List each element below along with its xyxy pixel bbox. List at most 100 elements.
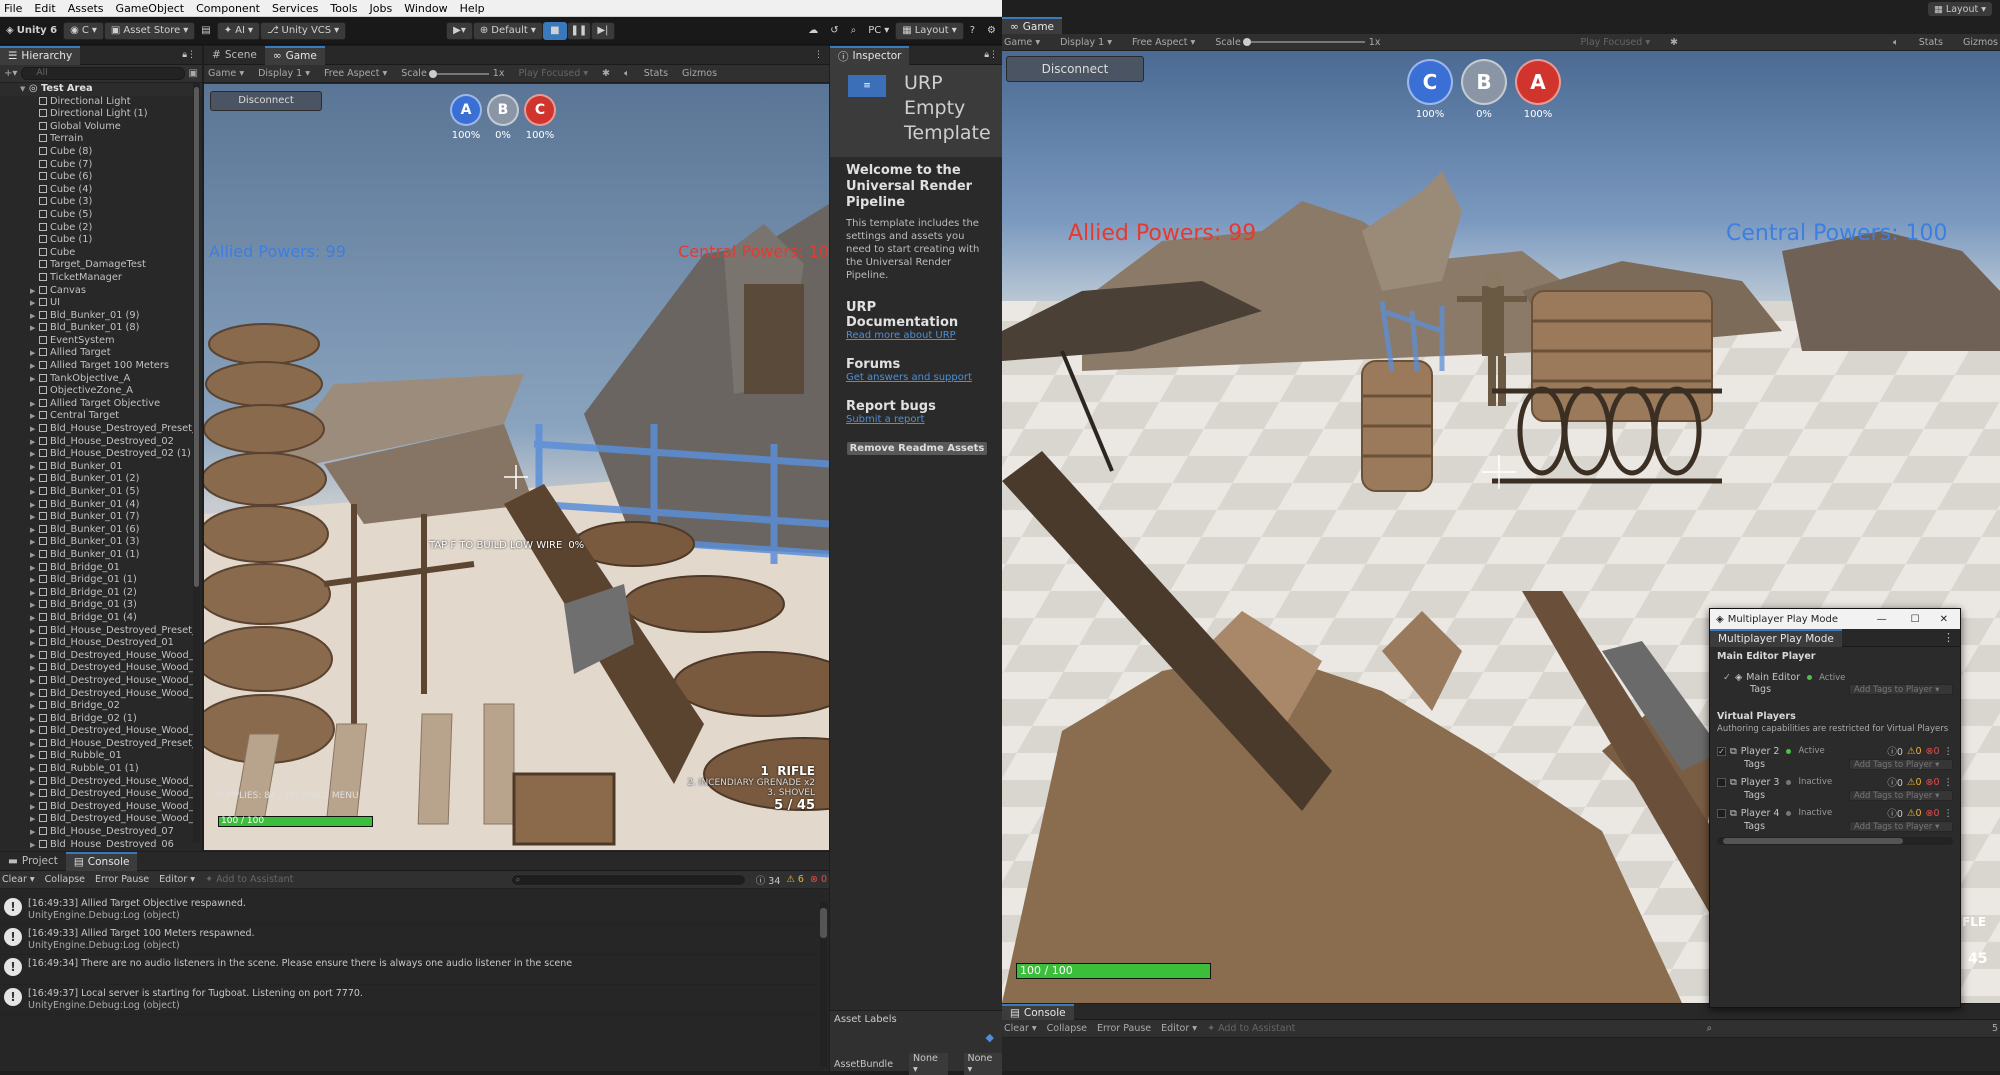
hierarchy-item[interactable]: ▶ Bld_Destroyed_House_Wood_( — [0, 788, 202, 801]
scale-thumb[interactable] — [1242, 38, 1251, 46]
expand-arrow-icon[interactable]: ▶ — [30, 322, 39, 335]
menu-icon[interactable]: ⋮ — [1944, 808, 1954, 819]
hierarchy-item[interactable]: ▶ Bld_Bridge_01 (1) — [0, 574, 202, 587]
error-count[interactable]: ⊗ 0 — [810, 874, 827, 885]
bug-icon[interactable]: ✱ — [1670, 37, 1678, 48]
settings-button[interactable]: ⚙ — [981, 22, 1002, 40]
hierarchy-item[interactable]: Target_DamageTest — [0, 259, 202, 272]
hierarchy-item[interactable]: ▶ Canvas — [0, 285, 202, 298]
console-scrollbar[interactable] — [820, 902, 827, 1067]
expand-arrow-icon[interactable]: ▶ — [30, 524, 39, 537]
scale-thumb[interactable] — [428, 69, 437, 78]
expand-arrow-icon[interactable]: ▶ — [30, 688, 39, 701]
menu-item-tools[interactable]: Tools — [330, 2, 357, 15]
hierarchy-item[interactable]: ▶ Bld_Destroyed_House_Wood_( — [0, 776, 202, 789]
hierarchy-item[interactable]: ▶ Bld_Bunker_01 (3) — [0, 536, 202, 549]
menu-item-gameobject[interactable]: GameObject — [116, 2, 185, 15]
expand-arrow-icon[interactable]: ▶ — [30, 599, 39, 612]
expand-arrow-icon[interactable]: ▶ — [30, 625, 39, 638]
expand-arrow-icon[interactable]: ▶ — [30, 763, 39, 776]
hierarchy-item[interactable]: ▶ Bld_House_Destroyed_Preset_ — [0, 738, 202, 751]
hierarchy-item[interactable]: ▶ Bld_Bridge_01 (2) — [0, 587, 202, 600]
expand-arrow-icon[interactable]: ▶ — [30, 839, 39, 848]
expand-arrow-icon[interactable]: ▶ — [30, 310, 39, 323]
package-button[interactable]: ▤ — [195, 22, 216, 40]
error-count[interactable]: ⊗0 — [1925, 808, 1939, 819]
hierarchy-item[interactable]: Cube (7) — [0, 159, 202, 172]
expand-arrow-icon[interactable]: ▶ — [30, 410, 39, 423]
hierarchy-item[interactable]: ▶ Central Target — [0, 410, 202, 423]
hierarchy-item[interactable]: ▶ Bld_Destroyed_House_Wood_( — [0, 650, 202, 663]
console-log-row[interactable]: ! [16:49:34] There are no audio listeners… — [0, 955, 829, 985]
editor-dropdown[interactable]: Editor ▾ — [1161, 1023, 1197, 1034]
expand-arrow-icon[interactable]: ▶ — [30, 587, 39, 600]
ai-button[interactable]: ✦ AI ▾ — [216, 21, 260, 40]
error-pause-button[interactable]: Error Pause — [1097, 1023, 1151, 1034]
hierarchy-item[interactable]: ▶ Bld_Bunker_01 (7) — [0, 511, 202, 524]
vcs-button[interactable]: ⎇ Unity VCS ▾ — [259, 21, 347, 40]
expand-arrow-icon[interactable]: ▶ — [30, 713, 39, 726]
layout-dropdown[interactable]: ▦ Layout ▾ — [895, 21, 964, 40]
hierarchy-item[interactable]: Cube — [0, 247, 202, 260]
expand-arrow-icon[interactable]: ▶ — [30, 373, 39, 386]
menu-icon[interactable]: ⋮ — [1944, 746, 1954, 757]
right-gizmos-button[interactable]: Gizmos — [1963, 37, 1998, 48]
tab-right-game[interactable]: ∞ Game — [1002, 17, 1063, 34]
expand-arrow-icon[interactable]: ▶ — [30, 423, 39, 436]
expand-arrow-icon[interactable]: ▶ — [30, 725, 39, 738]
expand-arrow-icon[interactable]: ▶ — [30, 612, 39, 625]
error-count[interactable]: ⊗0 — [1925, 746, 1939, 757]
disconnect-button[interactable]: Disconnect — [210, 91, 322, 111]
add-object-button[interactable]: +▾ — [4, 68, 17, 79]
right-play-focused-dropdown[interactable]: Play Focused ▾ — [1580, 37, 1650, 48]
hierarchy-item[interactable]: ▶ Bld_Destroyed_House_Wood_( — [0, 725, 202, 738]
player-enable-checkbox[interactable] — [1717, 777, 1726, 787]
aspect-dropdown[interactable]: Free Aspect ▾ — [324, 68, 387, 79]
console-log-row[interactable]: ! [16:49:37] Local server is starting for… — [0, 985, 829, 1015]
hierarchy-item[interactable]: ▶ Bld_House_Destroyed_06 — [0, 839, 202, 848]
hierarchy-item[interactable]: ▶ Bld_Destroyed_House_Wood_( — [0, 688, 202, 701]
expand-arrow-icon[interactable]: ▶ — [30, 461, 39, 474]
hierarchy-item[interactable]: ▶ Bld_House_Destroyed_07 — [0, 826, 202, 839]
hierarchy-item[interactable]: ▶ UI — [0, 297, 202, 310]
menu-item-component[interactable]: Component — [196, 2, 260, 15]
minimize-icon[interactable]: — — [1867, 614, 1897, 625]
tab-game[interactable]: ∞ Game — [264, 45, 325, 65]
menu-item-edit[interactable]: Edit — [34, 2, 55, 15]
account-button[interactable]: ◉ C ▾ — [63, 21, 104, 40]
hierarchy-item[interactable]: Directional Light — [0, 96, 202, 109]
mppm-hscrollbar[interactable] — [1717, 837, 1953, 845]
right-stats-button[interactable]: Stats — [1919, 37, 1943, 48]
hierarchy-item[interactable]: ▶ Bld_Bunker_01 (6) — [0, 524, 202, 537]
search-button[interactable]: ⌕ — [845, 22, 863, 40]
hierarchy-item[interactable]: EventSystem — [0, 335, 202, 348]
audio-icon[interactable]: 🔈︎ — [1893, 37, 1899, 48]
expand-arrow-icon[interactable]: ▶ — [30, 398, 39, 411]
platform-dropdown[interactable]: PC ▾ — [862, 22, 895, 40]
player-tags-dropdown[interactable]: Add Tags to Player ▾ — [1849, 790, 1953, 801]
hierarchy-item[interactable]: Cube (3) — [0, 196, 202, 209]
menu-icon[interactable]: ⋮ — [1943, 631, 1960, 644]
hierarchy-item[interactable]: Terrain — [0, 133, 202, 146]
warn-count[interactable]: ⚠0 — [1907, 777, 1922, 788]
expand-arrow-icon[interactable]: ▶ — [30, 436, 39, 449]
hierarchy-item[interactable]: TicketManager — [0, 272, 202, 285]
expand-arrow-icon[interactable]: ▶ — [30, 801, 39, 814]
hierarchy-item[interactable]: ▶ Bld_House_Destroyed_01 — [0, 637, 202, 650]
clear-button[interactable]: Clear ▾ — [1004, 1023, 1037, 1034]
left-game-viewport[interactable]: Disconnect A 100% B 0% C 100% Allied Powers: … — [204, 84, 829, 850]
expand-arrow-icon[interactable]: ▶ — [30, 826, 39, 839]
menu-item-jobs[interactable]: Jobs — [370, 2, 393, 15]
hierarchy-item[interactable]: ▶ Bld_Bunker_01 (9) — [0, 310, 202, 323]
hierarchy-item[interactable]: ▶ Allied Target — [0, 347, 202, 360]
menu-item-file[interactable]: File — [4, 2, 22, 15]
scrollbar-thumb[interactable] — [820, 908, 827, 938]
error-pause-button[interactable]: Error Pause — [95, 874, 149, 885]
expand-arrow-icon[interactable]: ▶ — [30, 813, 39, 826]
hierarchy-item[interactable]: ▶ Bld_Destroyed_House_Wood_( — [0, 801, 202, 814]
menu-icon[interactable]: ⋮ — [1944, 777, 1954, 788]
menu-item-window[interactable]: Window — [404, 2, 447, 15]
expand-arrow-icon[interactable]: ▶ — [30, 297, 39, 310]
hierarchy-item[interactable]: Cube (6) — [0, 171, 202, 184]
expand-arrow-icon[interactable]: ▶ — [30, 448, 39, 461]
